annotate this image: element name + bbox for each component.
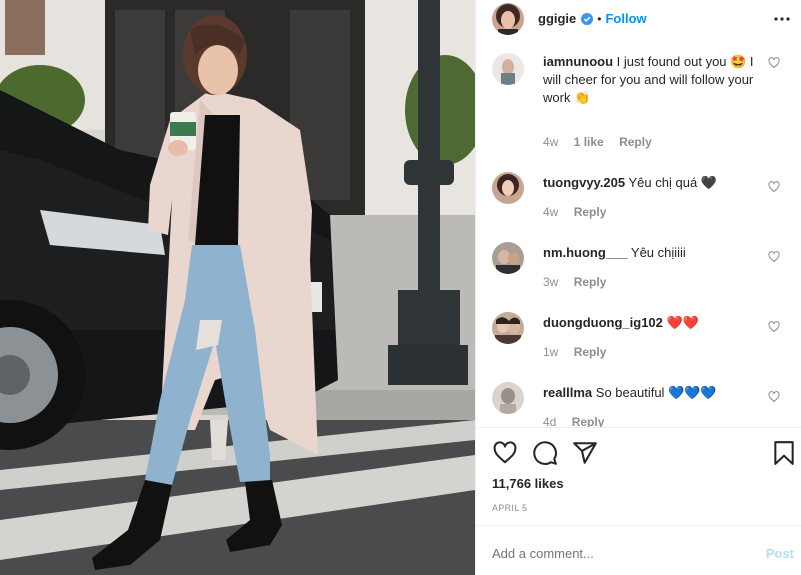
- commenter-avatar[interactable]: [492, 312, 524, 344]
- follow-button[interactable]: Follow: [605, 11, 646, 26]
- post-header: ggigie • Follow: [476, 0, 801, 37]
- comment-meta: 4w 1 like Reply: [543, 135, 664, 149]
- author-username[interactable]: ggigie: [538, 11, 576, 26]
- comment-text-block: realllma So beautiful 💙💙💙: [543, 384, 763, 402]
- comment-age: 4d: [543, 415, 557, 427]
- heart-icon[interactable]: [768, 251, 780, 263]
- commenter-avatar[interactable]: [492, 382, 524, 414]
- commenter-avatar[interactable]: [492, 53, 524, 85]
- reply-button[interactable]: Reply: [574, 275, 607, 289]
- heart-icon[interactable]: [768, 57, 780, 69]
- comment-age: 4w: [543, 205, 559, 219]
- reply-button[interactable]: Reply: [619, 135, 652, 149]
- comment-text-block: nm.huong___ Yêu chịiiii: [543, 244, 763, 262]
- heart-icon[interactable]: [768, 181, 780, 193]
- comment-icon[interactable]: [532, 440, 558, 466]
- commenter-avatar[interactable]: [492, 242, 524, 274]
- comment-meta: 1w Reply: [543, 345, 618, 359]
- comment-age: 4w: [543, 135, 559, 149]
- share-icon[interactable]: [572, 440, 598, 466]
- comment-input[interactable]: [492, 546, 742, 561]
- bookmark-icon[interactable]: [771, 440, 797, 466]
- more-options-icon[interactable]: [770, 7, 794, 31]
- commenter-avatar[interactable]: [492, 172, 524, 204]
- comment-meta: 4d Reply: [543, 415, 616, 427]
- comment-likes[interactable]: 1 like: [574, 135, 604, 149]
- commenter-username[interactable]: nm.huong___: [543, 245, 628, 260]
- commenter-username[interactable]: iamnunoou: [543, 54, 613, 69]
- post-photo[interactable]: [0, 0, 475, 575]
- comment-text: ❤️❤️: [666, 315, 699, 330]
- header-separator: •: [597, 11, 602, 26]
- post-sidebar: ggigie • Follow iamnunoou I just found o…: [475, 0, 801, 575]
- comment-text: Yêu chị quá 🖤: [628, 175, 717, 190]
- likes-count[interactable]: 11,766 likes: [492, 476, 564, 491]
- commenter-username[interactable]: duongduong_ig102: [543, 315, 663, 330]
- comment-text: So beautiful 💙💙💙: [595, 385, 717, 400]
- post-actions: 11,766 likes APRIL 5: [476, 427, 801, 525]
- reply-button[interactable]: Reply: [574, 345, 607, 359]
- commenter-username[interactable]: tuongvyy.205: [543, 175, 625, 190]
- street-fashion-photo: [0, 0, 475, 575]
- comments-list[interactable]: iamnunoou I just found out you 🤩 I will …: [476, 37, 801, 427]
- post-date[interactable]: APRIL 5: [492, 503, 527, 513]
- comment-text-block: iamnunoou I just found out you 🤩 I will …: [543, 53, 763, 107]
- comment-age: 1w: [543, 345, 559, 359]
- comment-meta: 4w Reply: [543, 205, 618, 219]
- heart-icon[interactable]: [768, 321, 780, 333]
- comment-text: Yêu chịiiii: [630, 245, 686, 260]
- reply-button[interactable]: Reply: [572, 415, 605, 427]
- comment-text-block: tuongvyy.205 Yêu chị quá 🖤: [543, 174, 763, 192]
- verified-badge-icon: [581, 12, 594, 25]
- comment-meta: 3w Reply: [543, 275, 618, 289]
- comment-age: 3w: [543, 275, 559, 289]
- add-comment-bar: Post: [476, 525, 801, 575]
- reply-button[interactable]: Reply: [574, 205, 607, 219]
- commenter-username[interactable]: realllma: [543, 385, 592, 400]
- heart-icon[interactable]: [492, 440, 518, 466]
- comment-text-block: duongduong_ig102 ❤️❤️: [543, 314, 763, 332]
- heart-icon[interactable]: [768, 391, 780, 403]
- post-comment-button[interactable]: Post: [766, 546, 794, 561]
- author-avatar[interactable]: [492, 2, 524, 35]
